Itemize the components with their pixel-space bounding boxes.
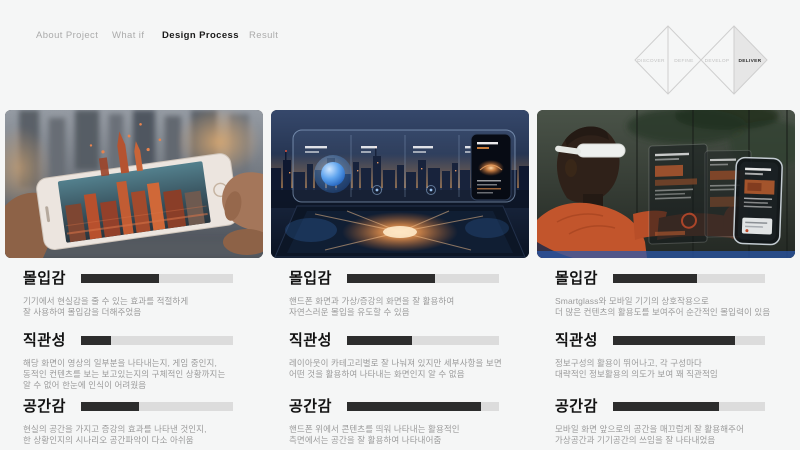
section-description: 정보구성의 활용이 뛰어나고, 각 구성마다 대략적인 정보활용의 의도가 보여… — [555, 358, 780, 380]
eval-section: 공간감 현실의 공간을 가지고 증강의 효과를 나타낸 것인지, 한 상황인지의… — [5, 398, 255, 416]
progress-bar-fill — [347, 402, 481, 411]
section-description: 핸드폰 화면과 가상/증강의 화면을 잘 활용하여 자연스러운 몰입을 유도할 … — [289, 296, 514, 318]
section-description: 레이아웃이 카테고리별로 잘 나눠져 있지만 세부사항을 보면 어떤 것을 활용… — [289, 358, 514, 380]
progress-bar — [81, 402, 233, 411]
progress-bar — [347, 274, 499, 283]
photo-ar-dashboard-night — [271, 110, 529, 258]
progress-bar — [347, 402, 499, 411]
progress-bar-fill — [613, 336, 735, 345]
section-title: 몰입감 — [289, 270, 332, 287]
eval-section: 공간감 모바일 화면 앞으로의 공간을 매끄럽게 잘 활용해주어 가상공간과 기… — [537, 398, 787, 416]
section-title: 몰입감 — [23, 270, 66, 287]
section-description: 기기에서 현실감을 줄 수 있는 효과를 적절하게 잘 사용하여 몰입감을 더해… — [23, 296, 248, 318]
photo2-blue-sphere — [321, 162, 345, 186]
progress-bar — [81, 336, 233, 345]
progress-bar — [347, 336, 499, 345]
photo-ar-city-phone — [5, 110, 263, 258]
photo3-blue-table-edge — [537, 251, 795, 258]
stage-label-discover: DISCOVER — [637, 58, 665, 64]
evaluation-column-3: 몰입감 Smartglass와 모바일 기기의 상호작용으로 더 많은 컨텐츠의… — [537, 270, 787, 450]
section-description: 해당 화면이 영상의 일부분을 나타내는지, 게임 중인지, 동적인 컨텐츠를 … — [23, 358, 248, 391]
nav-item-what-if[interactable]: What if — [112, 30, 144, 41]
section-title: 공간감 — [555, 398, 598, 415]
section-title: 몰입감 — [555, 270, 598, 287]
progress-bar-fill — [81, 274, 159, 283]
double-diamond-svg: DISCOVER DEFINE DEVELOP DELIVER — [630, 22, 772, 98]
section-title: 직관성 — [289, 332, 332, 349]
progress-bar — [613, 402, 765, 411]
progress-bar-fill — [613, 402, 719, 411]
photo2-ar-panel — [293, 130, 515, 202]
eval-section: 직관성 레이아웃이 카테고리별로 잘 나눠져 있지만 세부사항을 보면 어떤 것… — [271, 332, 521, 350]
eval-section: 몰입감 기기에서 현실감을 줄 수 있는 효과를 적절하게 잘 사용하여 몰입감… — [5, 270, 255, 288]
progress-bar-fill — [613, 274, 697, 283]
nav-item-about-project[interactable]: About Project — [36, 30, 98, 41]
progress-bar — [81, 274, 233, 283]
progress-bar — [613, 274, 765, 283]
nav-item-result[interactable]: Result — [249, 30, 278, 41]
progress-bar-fill — [81, 336, 111, 345]
eval-section: 몰입감 Smartglass와 모바일 기기의 상호작용으로 더 많은 컨텐츠의… — [537, 270, 787, 288]
section-title: 직관성 — [23, 332, 66, 349]
evaluation-column-2: 몰입감 핸드폰 화면과 가상/증강의 화면을 잘 활용하여 자연스러운 몰입을 … — [271, 270, 521, 450]
photo3-smart-glasses — [577, 144, 625, 157]
section-description: 현실의 공간을 가지고 증강의 효과를 나타낸 것인지, 한 상황인지의 시나리… — [23, 424, 248, 446]
section-description: Smartglass와 모바일 기기의 상호작용으로 더 많은 컨텐츠의 활용도… — [555, 296, 780, 318]
eval-section: 공간감 핸드폰 위에서 콘텐츠를 띄워 나타내는 활용적인 측면에서는 공간을 … — [271, 398, 521, 416]
section-description: 모바일 화면 앞으로의 공간을 매끄럽게 잘 활용해주어 가상공간과 기기공간의… — [555, 424, 780, 446]
progress-bar-fill — [81, 402, 139, 411]
progress-bar-fill — [347, 274, 435, 283]
progress-bar-fill — [347, 336, 412, 345]
photo2-mock-phone — [471, 134, 511, 200]
section-title: 공간감 — [289, 398, 332, 415]
stage-label-define: DEFINE — [674, 58, 693, 64]
evaluation-column-1: 몰입감 기기에서 현실감을 줄 수 있는 효과를 적절하게 잘 사용하여 몰입감… — [5, 270, 255, 450]
photo1-right-hand — [222, 172, 263, 255]
stage-label-deliver: DELIVER — [739, 58, 762, 64]
photo3-transparent-phone — [733, 157, 782, 245]
progress-bar — [613, 336, 765, 345]
stage-label-develop: DEVELOP — [705, 58, 730, 64]
section-title: 공간감 — [23, 398, 66, 415]
eval-section: 직관성 정보구성의 활용이 뛰어나고, 각 구성마다 대략적인 정보활용의 의도… — [537, 332, 787, 350]
eval-section: 직관성 해당 화면이 영상의 일부분을 나타내는지, 게임 중인지, 동적인 컨… — [5, 332, 255, 350]
photo2-tablet-device — [275, 206, 525, 257]
photo-smartglasses-ar-phone — [537, 110, 795, 258]
eval-section: 몰입감 핸드폰 화면과 가상/증강의 화면을 잘 활용하여 자연스러운 몰입을 … — [271, 270, 521, 288]
double-diamond-diagram: DISCOVER DEFINE DEVELOP DELIVER — [630, 22, 772, 98]
section-description: 핸드폰 위에서 콘텐츠를 띄워 나타내는 활용적인 측면에서는 공간을 잘 활용… — [289, 424, 514, 446]
section-title: 직관성 — [555, 332, 598, 349]
nav-item-design-process[interactable]: Design Process — [162, 30, 239, 41]
